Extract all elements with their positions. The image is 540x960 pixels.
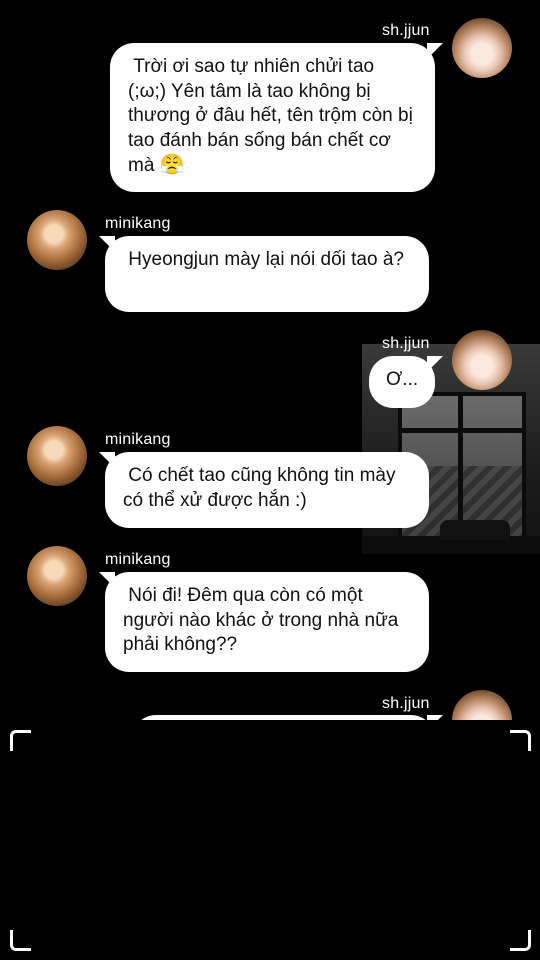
avatar[interactable] [27,546,87,606]
avatar[interactable] [27,426,87,486]
frame-corner-bottom-right [510,930,531,951]
sender-name: minikang [105,551,171,568]
avatar[interactable] [452,330,512,390]
avatar[interactable] [452,18,512,78]
message-bubble: Nói đi! Đêm qua còn có một người nào khá… [105,572,429,672]
window-mullion [458,396,463,536]
avatar[interactable] [27,210,87,270]
sender-name: minikang [105,215,171,232]
frame-corner-top-right [510,730,531,751]
bubble-tail [427,43,443,59]
frame-corner-top-left [10,730,31,751]
window-mullion [402,428,522,433]
message-bubble: Trời ơi sao tự nhiên chửi tao (;ω;) Yên … [110,43,435,192]
sender-name: sh.jjun [382,695,430,712]
sender-name: sh.jjun [382,22,430,39]
message-text: Có chết tao cũng không tin mày có thể xử… [123,465,401,511]
message-bubble: Ơ... [369,356,435,408]
sill-object [440,520,510,540]
sender-name: minikang [105,431,171,448]
message-text: Hyeongjun mày lại nói dối tao à? [123,249,404,270]
frame-corner-bottom-left [10,930,31,951]
message-bubble: Có chết tao cũng không tin mày có thể xử… [105,452,429,528]
sender-name: sh.jjun [382,335,430,352]
emoji-icon: 😤 [159,154,185,176]
message-text: Ơ... [386,369,419,390]
message-bubble: Hyeongjun mày lại nói dối tao à? [105,236,429,312]
black-overlay-panel [0,720,540,960]
message-text: Nói đi! Đêm qua còn có một người nào khá… [123,585,404,655]
